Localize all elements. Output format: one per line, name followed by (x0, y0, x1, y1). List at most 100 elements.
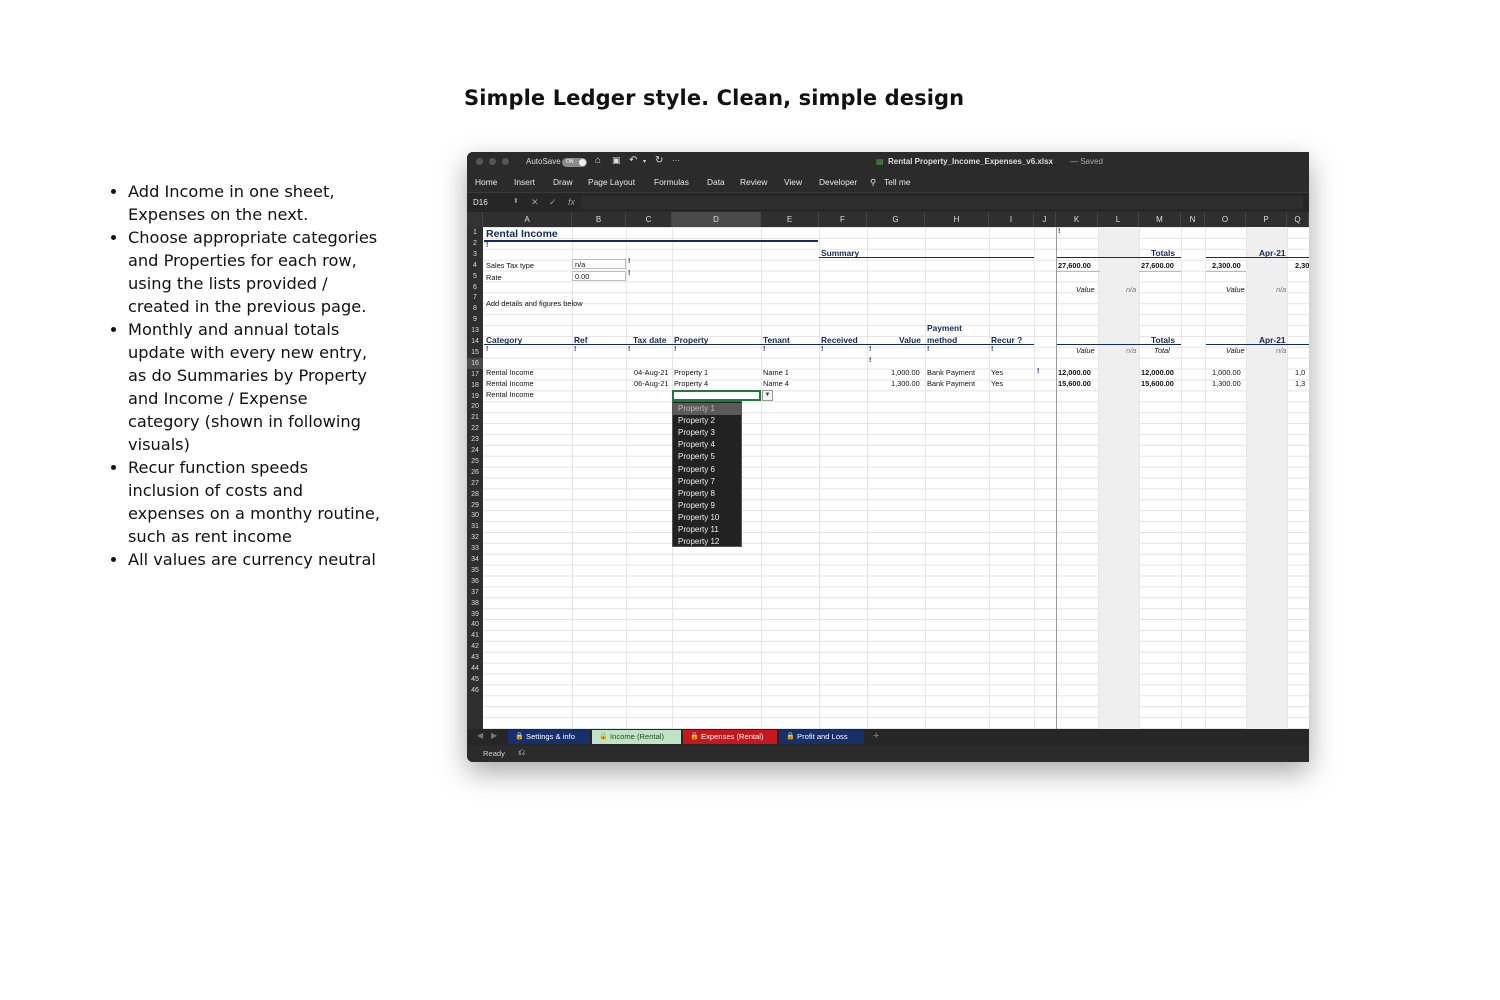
function-icon[interactable]: fx (568, 197, 575, 207)
payment-method-cell[interactable]: Bank Payment (927, 368, 975, 377)
row-header[interactable]: 46 (467, 685, 483, 696)
rate-input[interactable]: 0.00 (572, 271, 626, 281)
payment-method-cell[interactable]: Bank Payment (927, 379, 975, 388)
column-header[interactable]: N (1181, 212, 1205, 227)
row-header[interactable]: 8 (467, 303, 483, 314)
dropdown-option[interactable]: Property 8 (673, 488, 741, 500)
row-header[interactable]: 34 (467, 554, 483, 565)
ribbon-tab-review[interactable]: Review (740, 177, 767, 187)
recur-cell[interactable]: Yes (991, 368, 1003, 377)
info-marker[interactable]: ! (763, 346, 765, 353)
dropdown-option[interactable]: Property 11 (673, 524, 741, 536)
row-header[interactable]: 3 (467, 249, 483, 260)
column-header[interactable]: L (1098, 212, 1139, 227)
dropdown-option[interactable]: Property 2 (673, 415, 741, 427)
row-header[interactable]: 1 (467, 227, 483, 238)
dropdown-arrow-icon[interactable]: ▼ (762, 390, 773, 401)
select-all-corner[interactable] (467, 212, 483, 227)
column-header[interactable]: O (1205, 212, 1246, 227)
column-header[interactable]: K (1056, 212, 1098, 227)
info-marker[interactable]: ! (869, 346, 871, 353)
info-marker[interactable]: ! (869, 357, 871, 364)
column-header[interactable]: C (626, 212, 672, 227)
info-marker[interactable]: ! (991, 346, 993, 353)
row-header[interactable]: 38 (467, 598, 483, 609)
row-header[interactable]: 30 (467, 510, 483, 521)
row-header[interactable]: 36 (467, 576, 483, 587)
chevron-down-icon[interactable]: ▾ (643, 158, 646, 165)
sheet-tab-profit-loss[interactable]: 🔒 Profit and Loss (779, 730, 864, 744)
row-header[interactable]: 18 (467, 380, 483, 391)
accessibility-icon[interactable]: ⎌ (518, 747, 525, 758)
formula-input[interactable] (581, 196, 1303, 209)
undo-icon[interactable]: ↶ (629, 155, 637, 166)
column-header[interactable]: J (1034, 212, 1056, 227)
dropdown-option[interactable]: Property 12 (673, 536, 741, 548)
value-cell[interactable]: 1,300.00 (891, 379, 920, 388)
dropdown-option[interactable]: Property 3 (673, 427, 741, 439)
ribbon-tab-insert[interactable]: Insert (514, 177, 535, 187)
column-header[interactable]: B (572, 212, 626, 227)
info-marker[interactable]: ! (486, 242, 488, 249)
row-header[interactable]: 37 (467, 587, 483, 598)
tax-date-cell[interactable]: 04-Aug-21 (634, 368, 669, 377)
close-window-button[interactable] (476, 158, 483, 165)
property-cell[interactable]: Property 4 (674, 379, 708, 388)
name-box-stepper-icon[interactable]: ⬍ (513, 197, 519, 205)
info-marker[interactable]: ! (574, 346, 576, 353)
save-icon[interactable]: ▣ (612, 155, 621, 166)
sheet-tab-income[interactable]: 🔒 Income (Rental) (592, 730, 681, 744)
row-header[interactable]: 27 (467, 478, 483, 489)
row-header[interactable]: 42 (467, 641, 483, 652)
category-cell[interactable]: Rental Income (486, 368, 534, 377)
sheet-tab-expenses[interactable]: 🔒 Expenses (Rental) (683, 730, 777, 744)
ribbon-tab-page-layout[interactable]: Page Layout (588, 177, 635, 187)
cancel-icon[interactable]: ✕ (531, 197, 539, 208)
property-cell[interactable]: Property 1 (674, 368, 708, 377)
column-header[interactable]: D (672, 212, 761, 227)
row-header[interactable]: 23 (467, 434, 483, 445)
column-header[interactable]: I (989, 212, 1034, 227)
ribbon-tab-data[interactable]: Data (707, 177, 725, 187)
ribbon-tab-home[interactable]: Home (475, 177, 497, 187)
active-cell-d16[interactable] (672, 390, 761, 401)
row-header[interactable]: 31 (467, 521, 483, 532)
row-header[interactable]: 35 (467, 565, 483, 576)
row-header[interactable]: 6 (467, 282, 483, 293)
dropdown-option[interactable]: Property 7 (673, 476, 741, 488)
dropdown-option[interactable]: Property 6 (673, 464, 741, 476)
more-options-icon[interactable]: ··· (672, 156, 680, 165)
row-header[interactable]: 16 (467, 357, 483, 369)
row-header[interactable]: 40 (467, 619, 483, 630)
row-header[interactable]: 29 (467, 500, 483, 511)
minimize-window-button[interactable] (489, 158, 496, 165)
sheet-tab-settings[interactable]: 🔒 Settings & info (508, 730, 590, 744)
ribbon-tab-draw[interactable]: Draw (553, 177, 573, 187)
row-header[interactable]: 14 (467, 336, 483, 347)
column-header[interactable]: M (1139, 212, 1181, 227)
property-dropdown[interactable]: Property 1 Property 2 Property 3 Property 4… (672, 401, 742, 547)
home-icon[interactable]: ⌂ (595, 155, 601, 166)
row-header[interactable]: 13 (467, 325, 483, 336)
row-header[interactable]: 22 (467, 423, 483, 434)
row-header[interactable]: 28 (467, 489, 483, 500)
dropdown-option[interactable]: Property 1 (673, 403, 741, 416)
scroll-right-icon[interactable]: ▶ (491, 731, 497, 740)
row-header[interactable]: 2 (467, 238, 483, 249)
info-marker[interactable]: ! (674, 346, 676, 353)
row-header[interactable]: 44 (467, 663, 483, 674)
row-header[interactable]: 15 (467, 347, 483, 358)
redo-icon[interactable]: ↻ (655, 155, 663, 166)
tell-me-search[interactable]: Tell me (884, 177, 911, 187)
tenant-cell[interactable]: Name 1 (763, 368, 789, 377)
spreadsheet-grid[interactable]: A B C D E F G H I J K L M N O P Q 123456… (467, 212, 1309, 729)
row-header[interactable]: 7 (467, 292, 483, 303)
recur-cell[interactable]: Yes (991, 379, 1003, 388)
row-header[interactable]: 39 (467, 609, 483, 620)
row-header[interactable]: 45 (467, 674, 483, 685)
info-marker[interactable]: ! (1037, 368, 1039, 375)
column-header[interactable]: Q (1287, 212, 1309, 227)
row-header[interactable]: 9 (467, 314, 483, 325)
name-box[interactable]: D16 (473, 198, 488, 207)
column-header[interactable]: H (925, 212, 989, 227)
